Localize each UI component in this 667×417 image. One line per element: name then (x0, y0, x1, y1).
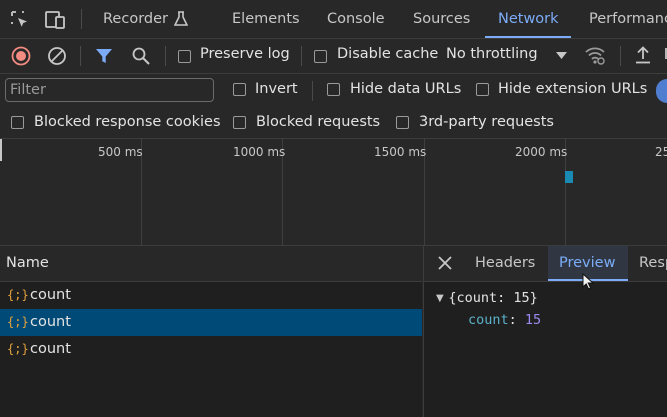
name-column-label: Name (6, 255, 49, 271)
network-conditions-icon[interactable] (584, 45, 606, 65)
inspect-element-icon[interactable] (10, 10, 30, 30)
hide-extension-urls-checkbox[interactable] (476, 83, 489, 96)
request-name: count (30, 314, 71, 330)
blocked-requests-checkbox[interactable] (233, 116, 246, 129)
invert-checkbox[interactable] (233, 83, 246, 96)
import-har-icon[interactable] (634, 45, 652, 65)
filter-icon[interactable] (95, 47, 113, 65)
timeline-start-handle[interactable] (0, 139, 2, 161)
toolbar-divider (620, 46, 621, 66)
expand-triangle-icon: ▼ (436, 293, 444, 304)
close-icon[interactable] (438, 256, 452, 270)
tab-headers[interactable]: Headers (475, 246, 535, 281)
preserve-log-checkbox[interactable] (178, 50, 191, 63)
tab-recorder[interactable]: Recorder (103, 0, 188, 38)
preview-key: count (468, 312, 509, 328)
timeline-tick-label: 1500 ms (374, 145, 427, 159)
third-party-requests-label: 3rd-party requests (419, 114, 554, 130)
toolbar-divider (165, 46, 166, 66)
blocked-response-cookies-checkbox[interactable] (11, 116, 24, 129)
clear-icon[interactable] (47, 46, 67, 66)
preserve-log-label: Preserve log (200, 46, 290, 62)
tab-console-label: Console (327, 11, 385, 27)
request-row[interactable]: {;} count (0, 282, 422, 309)
tab-console[interactable]: Console (327, 0, 385, 38)
tab-performance[interactable]: Performanc (589, 0, 667, 38)
preview-summary: {count: 15} (448, 290, 538, 306)
tab-headers-label: Headers (475, 255, 536, 271)
stop-recording-icon[interactable] (11, 46, 31, 66)
toolbar-divider (80, 46, 81, 66)
blocked-response-cookies-label: Blocked response cookies (34, 114, 221, 130)
request-list: Name {;} count {;} count {;} count (0, 246, 422, 417)
hide-extension-urls-label: Hide extension URLs (498, 81, 648, 97)
tab-response[interactable]: Resp (639, 246, 667, 281)
request-name: count (30, 341, 71, 357)
name-column-header[interactable]: Name (0, 246, 422, 282)
tab-network[interactable]: Network (498, 0, 559, 38)
toolbar-divider (301, 46, 302, 66)
device-toolbar-icon[interactable] (45, 10, 67, 30)
invert-label: Invert (255, 81, 298, 97)
blocked-requests-label: Blocked requests (256, 114, 381, 130)
tab-recorder-label: Recorder (103, 11, 168, 27)
third-party-requests-checkbox[interactable] (396, 116, 409, 129)
timeline-overview[interactable]: 500 ms 1000 ms 1500 ms 2000 ms 25 (0, 139, 667, 246)
disable-cache-checkbox[interactable] (314, 50, 327, 63)
disable-cache-label: Disable cache (337, 46, 439, 62)
mouse-cursor-icon (582, 273, 594, 290)
devtools-tab-bar: Recorder Elements Console Sources Networ… (0, 0, 667, 39)
tab-sources-label: Sources (413, 11, 471, 27)
filter-input[interactable] (5, 78, 214, 102)
detail-tab-bar: Headers Preview Resp (424, 246, 667, 282)
request-row[interactable]: {;} count (0, 336, 422, 363)
export-har-icon[interactable] (662, 45, 667, 65)
network-toolbar: Preserve log Disable cache No throttling (0, 39, 667, 74)
dropdown-arrow-icon (556, 52, 567, 59)
filter-divider (312, 81, 313, 101)
tab-elements-label: Elements (232, 11, 300, 27)
search-icon[interactable] (131, 46, 151, 66)
request-filter-row: Blocked response cookies Blocked request… (0, 108, 667, 139)
json-file-icon: {;} (7, 342, 29, 356)
tab-response-label: Resp (639, 255, 667, 271)
throttling-value: No throttling (446, 46, 538, 62)
tab-performance-label: Performanc (589, 11, 667, 27)
timeline-tick-label: 500 ms (98, 145, 143, 159)
resource-type-all-chip[interactable] (656, 79, 667, 103)
hide-data-urls-checkbox[interactable] (327, 83, 340, 96)
timeline-request-bar (565, 171, 573, 183)
json-file-icon: {;} (7, 315, 29, 329)
preview-property: count: 15 (468, 312, 542, 328)
timeline-tick-label: 2000 ms (515, 145, 568, 159)
preview-value: 15 (524, 312, 542, 328)
preview-object-summary[interactable]: ▼ {count: 15} (436, 290, 538, 306)
request-name: count (30, 287, 71, 303)
timeline-tick-label: 25 (655, 145, 667, 159)
tab-elements[interactable]: Elements (232, 0, 300, 38)
tab-sources[interactable]: Sources (413, 0, 470, 38)
hide-data-urls-label: Hide data URLs (350, 81, 462, 97)
flask-icon (174, 11, 188, 26)
active-tab-indicator (485, 36, 571, 38)
throttling-select[interactable]: No throttling (446, 39, 571, 73)
filter-row: Invert Hide data URLs Hide extension URL… (0, 74, 667, 108)
request-row-selected[interactable]: {;} count (0, 309, 422, 336)
timeline-tick-label: 1000 ms (233, 145, 286, 159)
tab-divider (81, 9, 82, 29)
json-file-icon: {;} (7, 288, 29, 302)
tab-network-label: Network (498, 11, 559, 27)
request-detail-panel: Headers Preview Resp ▼ {count: 15} count… (423, 246, 667, 417)
